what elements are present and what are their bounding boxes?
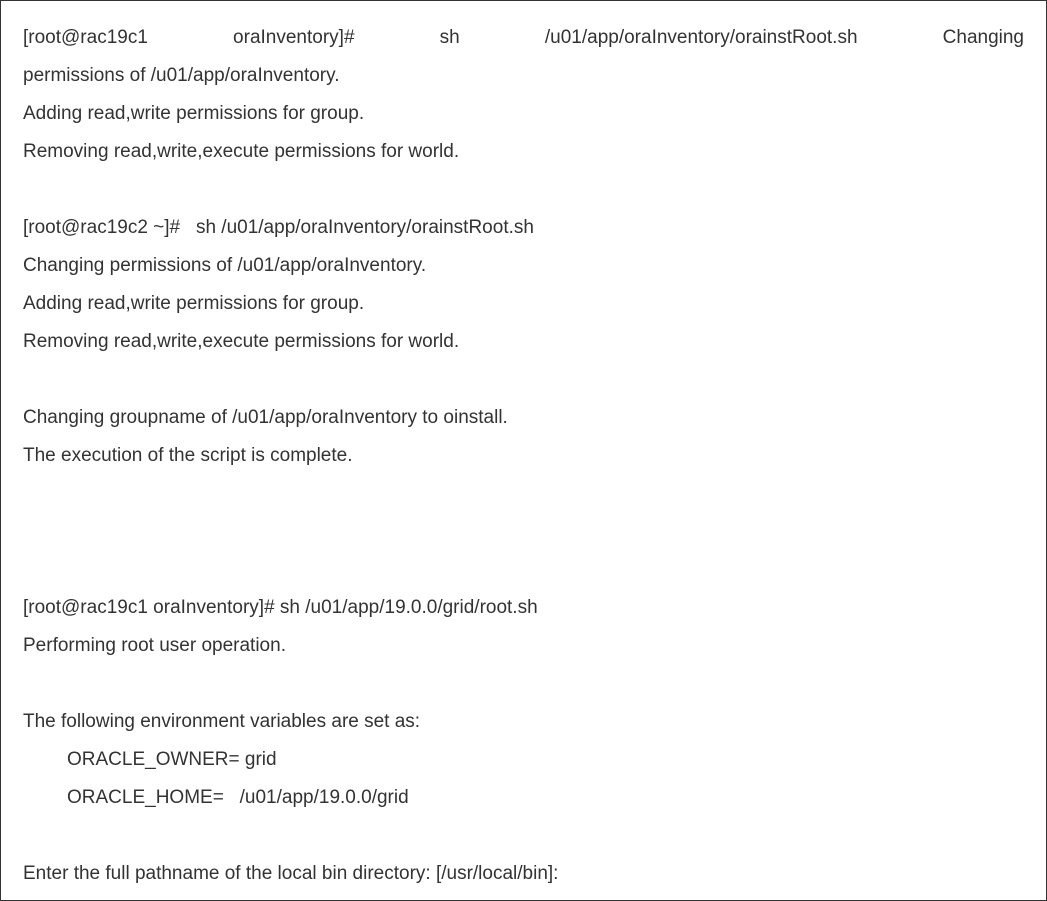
terminal-line: [root@rac19c1 oraInventory]# sh /u01/app… [23,589,1024,627]
env-var-line: ORACLE_OWNER= grid [23,741,1024,779]
terminal-line: Removing read,write,execute permissions … [23,323,1024,361]
blank-line [23,551,1024,589]
blank-line [23,475,1024,513]
output-word: Changing [943,19,1024,57]
terminal-line: Adding read,write permissions for group. [23,95,1024,133]
terminal-line: Adding read,write permissions for group. [23,285,1024,323]
blank-line [23,817,1024,855]
cmd-sh: sh [440,19,460,57]
blank-line [23,361,1024,399]
terminal-line: Changing groupname of /u01/app/oraInvent… [23,399,1024,437]
terminal-line: The execution of the script is complete. [23,437,1024,475]
prompt-host: [root@rac19c1 [23,19,148,57]
blank-line [23,665,1024,703]
cmd-path: /u01/app/oraInventory/orainstRoot.sh [545,19,858,57]
terminal-prompt-line: Enter the full pathname of the local bin… [23,855,1024,893]
terminal-line: [root@rac19c2 ~]# sh /u01/app/oraInvento… [23,209,1024,247]
blank-line [23,171,1024,209]
blank-line [23,513,1024,551]
terminal-line: [root@rac19c1 oraInventory]# sh /u01/app… [23,19,1024,57]
terminal-line: Removing read,write,execute permissions … [23,133,1024,171]
terminal-line: permissions of /u01/app/oraInventory. [23,57,1024,95]
terminal-line: Changing permissions of /u01/app/oraInve… [23,247,1024,285]
prompt-dir: oraInventory]# [233,19,354,57]
terminal-line: Performing root user operation. [23,627,1024,665]
terminal-line: The following environment variables are … [23,703,1024,741]
terminal-output: [root@rac19c1 oraInventory]# sh /u01/app… [0,0,1047,901]
env-var-line: ORACLE_HOME= /u01/app/19.0.0/grid [23,779,1024,817]
